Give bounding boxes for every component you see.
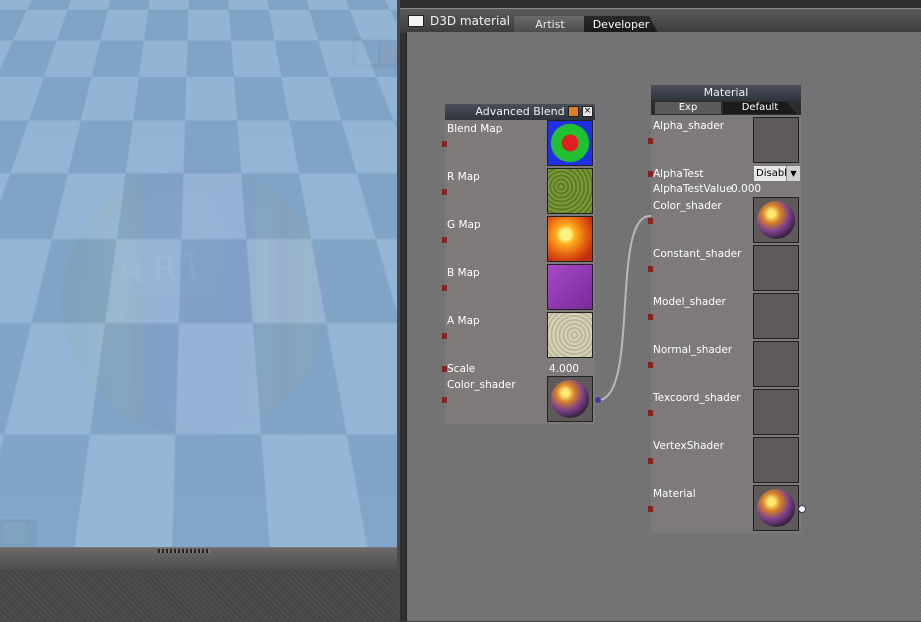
input-pin[interactable] bbox=[648, 458, 653, 464]
alpha-test-dropdown[interactable]: Disabl ▼ bbox=[754, 166, 800, 181]
a-map-label: A Map bbox=[447, 315, 480, 327]
tab-exp[interactable]: Exp bbox=[655, 102, 721, 114]
scale-label: Scale bbox=[447, 363, 476, 375]
sphere-preview-icon bbox=[757, 489, 795, 527]
normal-shader-slot[interactable] bbox=[753, 341, 799, 387]
blend-map-thumbnail[interactable] bbox=[547, 120, 593, 166]
constant-shader-slot[interactable] bbox=[753, 245, 799, 291]
node-title: Advanced Blend bbox=[475, 105, 565, 118]
vertex-shader-label: VertexShader bbox=[653, 440, 724, 452]
g-map-label: G Map bbox=[447, 219, 481, 231]
constant-shader-label: Constant_shader bbox=[653, 248, 742, 260]
alpha-test-value-field[interactable]: 0.000 bbox=[731, 183, 761, 195]
viewport-3d[interactable]: RRI × bbox=[0, 0, 397, 547]
model-shader-label: Model_shader bbox=[653, 296, 726, 308]
tab-developer[interactable]: Developer bbox=[584, 16, 658, 33]
node-color-button[interactable] bbox=[568, 106, 579, 117]
texcoord-shader-slot[interactable] bbox=[753, 389, 799, 435]
r-map-thumbnail[interactable] bbox=[547, 168, 593, 214]
window-title-bar[interactable]: D3D material Artist Developer bbox=[400, 8, 921, 33]
blend-map-label: Blend Map bbox=[447, 123, 503, 135]
b-map-label: B Map bbox=[447, 267, 480, 279]
color-shader-label: Color_shader bbox=[447, 379, 516, 391]
node-title: Material bbox=[703, 86, 749, 99]
sphere-preview-icon bbox=[551, 380, 589, 418]
alpha-shader-label: Alpha_shader bbox=[653, 120, 725, 132]
texcoord-shader-label: Texcoord_shader bbox=[653, 392, 741, 404]
b-map-thumbnail[interactable] bbox=[547, 264, 593, 310]
alpha-test-label: AlphaTest bbox=[653, 168, 704, 180]
input-pin[interactable] bbox=[648, 362, 653, 368]
node-header[interactable]: Advanced Blend × bbox=[445, 104, 595, 120]
empty-panel bbox=[0, 570, 397, 622]
color-shader-slot[interactable] bbox=[753, 197, 799, 243]
close-icon[interactable]: × bbox=[27, 522, 36, 544]
input-pin[interactable] bbox=[442, 333, 447, 339]
input-pin[interactable] bbox=[648, 218, 653, 224]
material-output-slot[interactable] bbox=[753, 485, 799, 531]
advanced-blend-node[interactable]: Advanced Blend × Blend Map R Map G Map B… bbox=[442, 104, 595, 424]
material-node[interactable]: Material Exp Default Alpha_shader AlphaT… bbox=[648, 85, 806, 533]
normal-shader-label: Normal_shader bbox=[653, 344, 733, 356]
node-header[interactable]: Material bbox=[651, 85, 801, 101]
input-pin[interactable] bbox=[648, 171, 653, 177]
g-map-thumbnail[interactable] bbox=[547, 216, 593, 262]
splitter-grip[interactable] bbox=[158, 549, 210, 553]
tab-artist[interactable]: Artist bbox=[514, 16, 586, 33]
input-pin[interactable] bbox=[442, 285, 447, 291]
viewport-bottom-panel bbox=[0, 547, 397, 622]
shapes-icon[interactable] bbox=[381, 42, 397, 64]
input-pin[interactable] bbox=[648, 266, 653, 272]
scale-value-field[interactable]: 4.000 bbox=[549, 363, 579, 375]
input-pin[interactable] bbox=[648, 138, 653, 144]
input-pin[interactable] bbox=[648, 314, 653, 320]
alpha-test-value-label: AlphaTestValue bbox=[653, 183, 733, 195]
input-pin[interactable] bbox=[442, 237, 447, 243]
alpha-test-selected: Disabl bbox=[756, 168, 787, 179]
model-shader-slot[interactable] bbox=[753, 293, 799, 339]
input-pin[interactable] bbox=[648, 410, 653, 416]
a-map-thumbnail[interactable] bbox=[547, 312, 593, 358]
chevron-down-icon[interactable]: ▼ bbox=[786, 166, 800, 181]
window-icon bbox=[408, 15, 424, 27]
input-pin[interactable] bbox=[442, 366, 447, 372]
color-shader-thumbnail[interactable] bbox=[547, 376, 593, 422]
vertex-shader-slot[interactable] bbox=[753, 437, 799, 483]
wave-icon[interactable] bbox=[356, 42, 378, 64]
input-pin[interactable] bbox=[442, 397, 447, 403]
input-pin[interactable] bbox=[442, 189, 447, 195]
material-output-label: Material bbox=[653, 488, 696, 500]
viewport-toolbar: × bbox=[351, 38, 397, 68]
output-pin[interactable] bbox=[798, 505, 806, 513]
viewport-corner-toolbar: × bbox=[0, 519, 37, 547]
sphere-preview-icon bbox=[757, 201, 795, 239]
textured-sphere[interactable] bbox=[62, 166, 328, 434]
material-subtabs: Exp Default bbox=[651, 101, 801, 115]
input-pin[interactable] bbox=[442, 141, 447, 147]
close-button[interactable]: × bbox=[582, 106, 593, 117]
color-shader-label: Color_shader bbox=[653, 200, 722, 212]
alpha-shader-slot[interactable] bbox=[753, 117, 799, 163]
r-map-label: R Map bbox=[447, 171, 480, 183]
window-title: D3D material bbox=[430, 14, 511, 28]
tab-default[interactable]: Default bbox=[723, 102, 797, 114]
tools-add-icon[interactable] bbox=[3, 522, 27, 544]
input-pin[interactable] bbox=[648, 506, 653, 512]
